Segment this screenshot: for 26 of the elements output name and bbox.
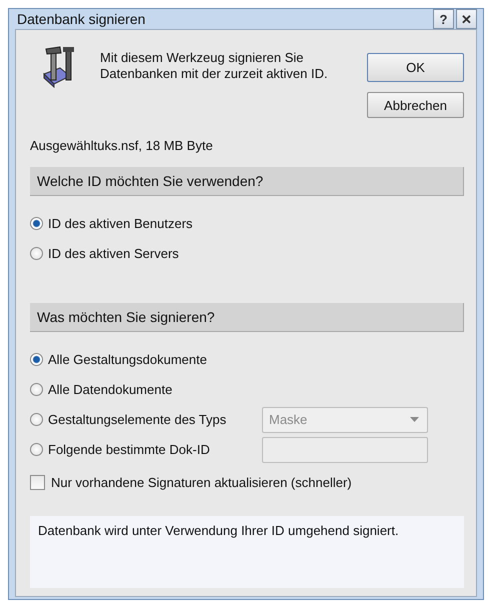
radio-button[interactable] (30, 353, 43, 366)
window-title: Datenbank signieren (17, 11, 146, 27)
hammer-book-icon (42, 46, 76, 88)
radio-button[interactable] (30, 413, 43, 426)
info-text: Datenbank wird unter Verwendung Ihrer ID umgehend signiert. (38, 523, 399, 538)
option-label[interactable]: Gestaltungselemente des Typs (48, 412, 226, 427)
help-button[interactable]: ? (433, 9, 454, 29)
file-info: Ausgewähltuks.nsf, 18 MB Byte (30, 138, 214, 153)
radio-button[interactable] (30, 217, 43, 230)
option-label[interactable]: Alle Datendokumente (48, 382, 172, 397)
cancel-button[interactable]: Abbrechen (367, 92, 464, 118)
checkbox-label[interactable]: Nur vorhandene Signaturen aktualisieren (schneller) (51, 475, 352, 490)
section-header: Was möchten Sie signieren? (30, 303, 464, 332)
intro-text: Mit diesem Werkzeug signieren Sie Datenbanken mit der zurzeit aktiven ID. (100, 50, 329, 82)
ok-button[interactable]: OK (367, 53, 464, 82)
close-button[interactable]: ✕ (456, 9, 477, 29)
radio-button[interactable] (30, 247, 43, 260)
option-label[interactable]: ID des aktiven Servers (48, 246, 179, 261)
option-label[interactable]: Folgende bestimmte Dok-ID (48, 442, 210, 457)
option-label[interactable]: Alle Gestaltungsdokumente (48, 352, 207, 367)
checkbox[interactable] (30, 475, 45, 490)
section-header: Welche ID möchten Sie verwenden? (30, 167, 464, 196)
radio-button[interactable] (30, 443, 43, 456)
option-label[interactable]: ID des aktiven Benutzers (48, 216, 193, 231)
caret-icon (410, 417, 419, 422)
radio-button[interactable] (30, 383, 43, 396)
